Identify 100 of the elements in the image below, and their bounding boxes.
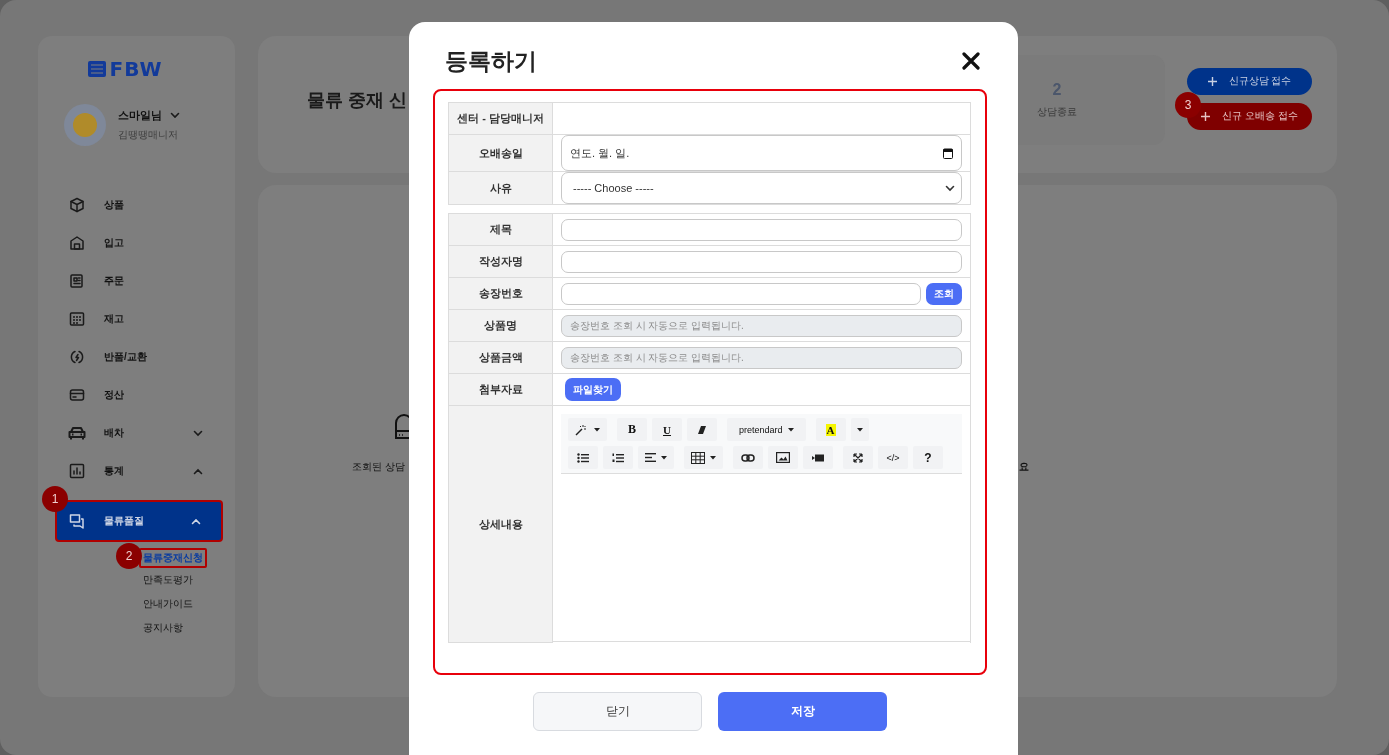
file-button[interactable]: 파일찾기 (565, 378, 621, 401)
field-label: 상품명 (449, 310, 553, 342)
text-field[interactable] (561, 218, 962, 241)
chevron-down-icon[interactable] (193, 429, 203, 437)
toolbar-button[interactable] (603, 446, 633, 469)
user-name[interactable]: 스마일님 (118, 108, 162, 123)
text-field[interactable] (561, 250, 962, 273)
reason-select[interactable]: ----- Choose ----- (561, 172, 962, 204)
empty-message: 요 (1019, 460, 1029, 474)
chevron-up-icon[interactable] (193, 467, 203, 475)
bold-button[interactable]: B (617, 418, 647, 441)
highlight-button[interactable]: A (815, 418, 846, 441)
field-label: 사유 (449, 172, 553, 205)
calendar-icon[interactable] (943, 147, 953, 159)
color-dropdown-button[interactable] (850, 418, 869, 441)
menu-label: 정산 (104, 388, 125, 402)
link-icon (741, 453, 755, 462)
submenu-item[interactable]: 공지사항 (139, 616, 187, 640)
page-title: 물류 중재 신 (307, 88, 408, 112)
empty-message: 조회된 상담 (352, 460, 405, 474)
table-icon (691, 451, 705, 464)
menu-label: 배차 (104, 426, 125, 440)
eraser-icon (697, 424, 707, 435)
menu-item[interactable]: 재고 (55, 300, 223, 338)
readonly-field: 송장번호 조회 시 자동으로 입력됩니다. (561, 346, 962, 369)
field-label: 첨부자료 (449, 374, 553, 406)
date-field[interactable]: 연도. 월. 일. (561, 135, 962, 171)
chevron-down-icon[interactable] (170, 112, 180, 119)
plus-icon (1201, 111, 1211, 121)
field-label: 송장번호 (449, 278, 553, 310)
logo-icon (86, 60, 107, 78)
toolbar-button[interactable] (803, 446, 833, 469)
user-role: 김땡땡매니저 (118, 128, 179, 142)
video-icon (812, 453, 824, 462)
menu-label: 재고 (104, 312, 125, 326)
field-label: 상품금액 (449, 342, 553, 374)
toolbar-button[interactable] (638, 446, 674, 469)
menu-label: 통계 (104, 464, 125, 478)
code-view-button[interactable]: </> (878, 446, 908, 469)
caret-icon (787, 427, 794, 432)
grid-icon (69, 311, 85, 327)
stat-label: 상담종료 (1037, 104, 1077, 119)
caret-icon (856, 427, 863, 432)
receipt-icon (69, 273, 85, 289)
chat-icon (69, 513, 85, 529)
lookup-button[interactable]: 조회 (926, 282, 962, 305)
car-icon (68, 425, 86, 441)
field-label: 오배송일 (449, 135, 553, 172)
menu-label: 상품 (104, 198, 125, 212)
submenu-item[interactable]: 만족도평가 (139, 568, 197, 592)
image-icon (776, 452, 790, 463)
font-button[interactable]: pretendard (727, 418, 806, 441)
toolbar-button[interactable] (733, 446, 763, 469)
chevron-down-icon (945, 184, 955, 192)
menu-item[interactable]: 주문 (55, 262, 223, 300)
caret-icon (710, 455, 716, 460)
toolbar-button[interactable] (568, 446, 598, 469)
caret-icon (594, 427, 600, 432)
menu-label: 반품/교환 (104, 350, 148, 364)
bullets-icon (577, 452, 589, 463)
refresh-icon (69, 349, 85, 365)
callout-badge: 3 (1175, 91, 1201, 118)
close-button[interactable]: 닫기 (533, 692, 702, 731)
menu-label: 주문 (104, 274, 125, 288)
menu-item[interactable]: 반품/교환 (55, 338, 223, 376)
callout-badge: 1 (42, 486, 68, 512)
menu-item[interactable]: 상품 (55, 186, 223, 224)
menu-item[interactable]: 입고 (55, 224, 223, 262)
fullscreen-icon (853, 452, 863, 463)
modal-title: 등록하기 (445, 46, 537, 76)
plus-icon (1207, 76, 1217, 86)
logo-text: FBW (109, 60, 163, 78)
save-button[interactable]: 저장 (718, 692, 887, 731)
callout-badge: 2 (116, 543, 142, 569)
menu-item[interactable]: 배차 (55, 414, 223, 452)
wand-icon (575, 423, 589, 436)
toolbar-button[interactable] (687, 418, 717, 441)
field-label: 제목 (449, 214, 553, 246)
card-icon (69, 387, 85, 403)
avatar (64, 104, 106, 146)
submenu-item[interactable]: 안내가이드 (139, 592, 197, 616)
readonly-field: 송장번호 조회 시 자동으로 입력됩니다. (561, 314, 962, 337)
align-icon (645, 453, 656, 462)
field-label: 작성자명 (449, 246, 553, 278)
caret-icon (661, 455, 667, 460)
box-icon (69, 197, 85, 213)
field-label: 센터 - 담당매니저 (449, 103, 553, 135)
toolbar-button[interactable] (843, 446, 873, 469)
toolbar-button[interactable] (684, 446, 723, 469)
numbers-icon (612, 452, 624, 463)
invoice-field[interactable] (561, 282, 921, 305)
underline-button[interactable]: U (652, 418, 682, 441)
field-label: 상세내용 (449, 406, 553, 643)
consult-button[interactable]: 신규상담 접수 (1187, 67, 1312, 95)
close-icon[interactable] (962, 52, 980, 70)
warehouse-icon (69, 235, 85, 251)
menu-label: 물류품질 (104, 514, 145, 528)
toolbar-button[interactable] (768, 446, 798, 469)
menu-item[interactable]: 정산 (55, 376, 223, 414)
help-button[interactable]: ? (913, 446, 943, 469)
